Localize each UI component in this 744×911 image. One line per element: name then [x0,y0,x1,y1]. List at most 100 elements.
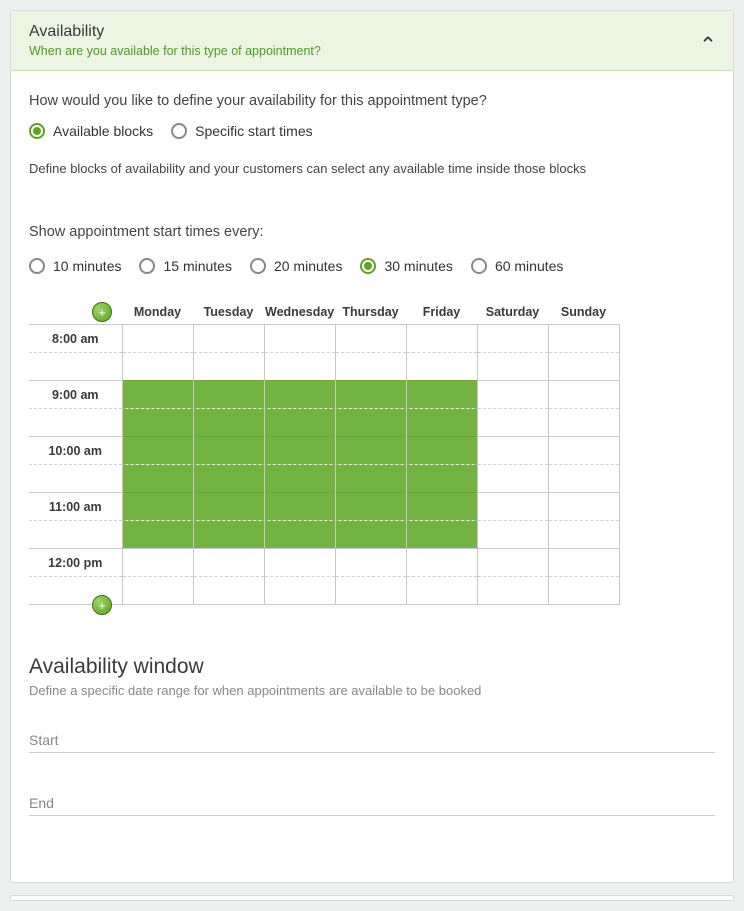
schedule-cell[interactable] [548,465,619,493]
schedule-cell[interactable] [264,493,335,521]
end-date-field[interactable]: End [29,789,715,816]
schedule-cell[interactable] [264,521,335,549]
schedule-cell[interactable] [406,521,477,549]
schedule-grid[interactable]: MondayTuesdayWednesdayThursdayFridaySatu… [29,304,620,605]
schedule-cell[interactable] [122,353,193,381]
schedule-cell[interactable] [548,353,619,381]
schedule-cell[interactable] [193,381,264,409]
schedule-cell[interactable] [548,437,619,465]
schedule-cell[interactable] [477,353,548,381]
schedule-cell[interactable] [193,465,264,493]
schedule-cell[interactable] [335,437,406,465]
schedule-cell[interactable] [193,493,264,521]
schedule-cell[interactable] [193,577,264,605]
section-header[interactable]: Availability When are you available for … [11,11,733,71]
schedule-cell[interactable] [122,465,193,493]
start-times-question: Show appointment start times every: [29,224,715,240]
schedule-cell[interactable] [477,493,548,521]
schedule-cell[interactable] [122,325,193,353]
schedule-cell[interactable] [122,381,193,409]
schedule-cell[interactable] [548,381,619,409]
availability-mode-option-0[interactable]: Available blocks [29,123,153,139]
next-section-peek [10,895,734,901]
schedule-cell[interactable] [406,437,477,465]
time-label: 11:00 am [29,493,122,521]
schedule-cell[interactable] [335,325,406,353]
schedule-cell[interactable] [477,437,548,465]
schedule-cell[interactable] [122,409,193,437]
start-interval-option-1[interactable]: 15 minutes [139,258,231,274]
schedule-cell[interactable] [406,325,477,353]
radio-circle-icon [250,258,266,274]
radio-circle-icon [171,123,187,139]
schedule-cell[interactable] [406,577,477,605]
schedule-cell[interactable] [193,437,264,465]
schedule-cell[interactable] [335,521,406,549]
schedule-cell[interactable] [335,549,406,577]
schedule-cell[interactable] [122,577,193,605]
schedule-cell[interactable] [406,353,477,381]
availability-mode-option-1[interactable]: Specific start times [171,123,312,139]
schedule-cell[interactable] [477,465,548,493]
schedule-cell[interactable] [548,549,619,577]
schedule-cell[interactable] [406,409,477,437]
add-earlier-hour-button[interactable]: + [92,302,112,322]
schedule-cell[interactable] [122,493,193,521]
schedule-cell[interactable] [264,549,335,577]
schedule-cell[interactable] [264,409,335,437]
start-interval-option-3[interactable]: 30 minutes [360,258,452,274]
schedule-cell[interactable] [477,577,548,605]
schedule-cell[interactable] [193,353,264,381]
schedule-cell[interactable] [335,353,406,381]
schedule-cell[interactable] [548,493,619,521]
schedule-cell[interactable] [193,521,264,549]
schedule-cell[interactable] [193,549,264,577]
start-interval-option-2[interactable]: 20 minutes [250,258,342,274]
start-interval-option-4[interactable]: 60 minutes [471,258,563,274]
start-interval-option-0[interactable]: 10 minutes [29,258,121,274]
schedule-cell[interactable] [264,353,335,381]
day-header: Saturday [477,304,548,325]
schedule-cell[interactable] [335,409,406,437]
schedule-cell[interactable] [406,465,477,493]
schedule-cell[interactable] [193,325,264,353]
schedule-grid-container: + MondayTuesdayWednesdayThursdayFridaySa… [29,304,715,605]
schedule-cell[interactable] [548,409,619,437]
schedule-cell[interactable] [477,409,548,437]
schedule-cell[interactable] [406,549,477,577]
add-later-hour-button[interactable]: + [92,595,112,615]
start-times-radios: 10 minutes 15 minutes 20 minutes 30 minutes… [29,258,715,274]
schedule-cell[interactable] [477,325,548,353]
schedule-cell[interactable] [122,549,193,577]
schedule-cell[interactable] [548,577,619,605]
schedule-cell[interactable] [335,493,406,521]
schedule-cell[interactable] [335,577,406,605]
schedule-cell[interactable] [264,325,335,353]
day-header: Friday [406,304,477,325]
schedule-cell[interactable] [122,521,193,549]
schedule-cell[interactable] [406,493,477,521]
schedule-cell[interactable] [122,437,193,465]
time-label [29,465,122,493]
collapse-icon[interactable] [701,32,715,49]
day-header: Monday [122,304,193,325]
schedule-cell[interactable] [193,409,264,437]
time-label: 12:00 pm [29,549,122,577]
schedule-cell[interactable] [264,381,335,409]
schedule-cell[interactable] [548,521,619,549]
schedule-cell[interactable] [264,465,335,493]
schedule-cell[interactable] [548,325,619,353]
schedule-cell[interactable] [477,549,548,577]
radio-label: Available blocks [53,123,153,139]
radio-label: 10 minutes [53,258,121,274]
schedule-cell[interactable] [477,521,548,549]
start-date-field[interactable]: Start [29,726,715,753]
schedule-cell[interactable] [335,381,406,409]
schedule-cell[interactable] [264,577,335,605]
schedule-cell[interactable] [477,381,548,409]
schedule-cell[interactable] [335,465,406,493]
availability-window-description: Define a specific date range for when ap… [29,683,715,698]
time-label [29,521,122,549]
schedule-cell[interactable] [406,381,477,409]
schedule-cell[interactable] [264,437,335,465]
